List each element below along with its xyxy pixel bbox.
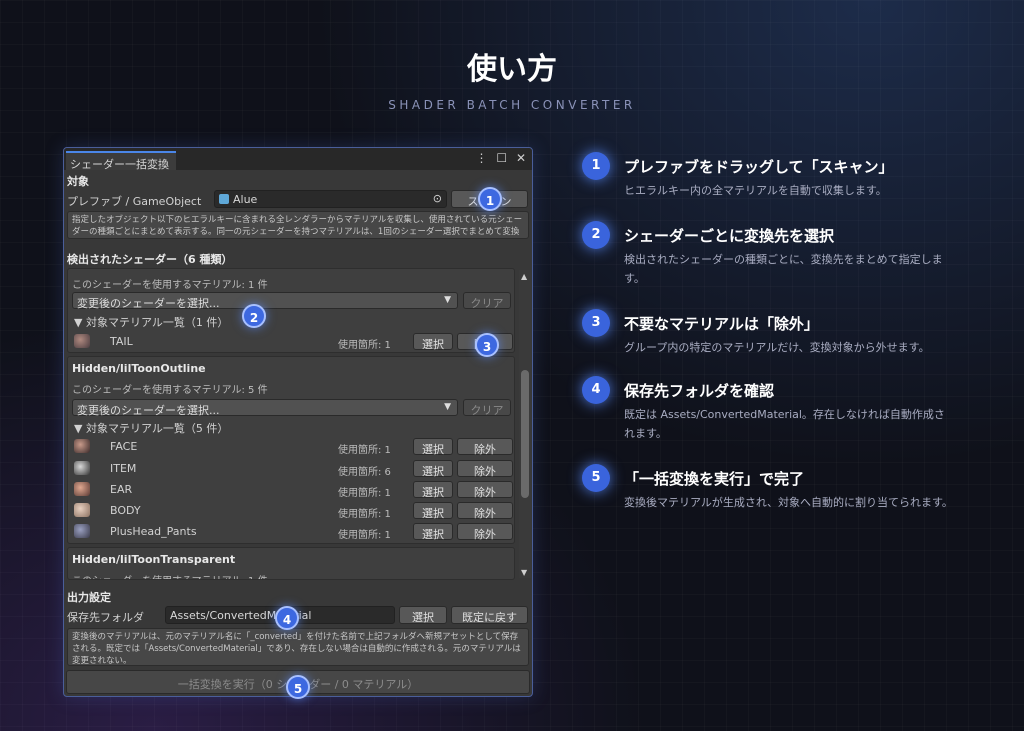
gameobject-icon — [219, 194, 229, 204]
window-controls: ⋮ ☐ ✕ — [471, 151, 526, 165]
menu-icon[interactable]: ⋮ — [476, 151, 488, 165]
step-number: 5 — [582, 464, 610, 492]
select-material-button[interactable]: 選択 — [413, 523, 453, 541]
step-title: シェーダーごとに変換先を選択 — [624, 227, 835, 245]
step-badge: 5 — [286, 675, 310, 699]
step-description: ヒエラルキー内の全マテリアルを自動で収集します。 — [624, 184, 887, 197]
material-name: FACE — [110, 440, 138, 453]
prefab-object-field[interactable]: Alue ⊙ — [214, 190, 447, 208]
clear-button[interactable]: クリア — [463, 399, 511, 417]
page-subtitle: SHADER BATCH CONVERTER — [388, 98, 636, 112]
exclude-material-button[interactable]: 除外 — [457, 460, 513, 478]
dropdown-value: 変更後のシェーダーを選択... — [77, 297, 220, 310]
shader-group: このシェーダーを使用するマテリアル: 1 件 変更後のシェーダーを選択... ▼… — [67, 268, 515, 353]
material-thumbnail — [74, 461, 90, 475]
scroll-down-icon[interactable]: ▼ — [521, 568, 527, 577]
material-thumbnail — [74, 439, 90, 453]
step-badge: 3 — [475, 333, 499, 357]
output-help-box: 変換後のマテリアルは、元のマテリアル名に「_converted」を付けた名前で上… — [67, 628, 529, 666]
scroll-up-icon[interactable]: ▲ — [521, 272, 527, 281]
material-usage: 使用箇所: 1 — [338, 445, 391, 456]
step-title: 不要なマテリアルは「除外」 — [624, 315, 819, 333]
exclude-material-button[interactable]: 除外 — [457, 438, 513, 456]
step-badge: 4 — [275, 606, 299, 630]
dropdown-value: 変更後のシェーダーを選択... — [77, 404, 220, 417]
step-number: 2 — [582, 221, 610, 249]
output-folder-label: 保存先フォルダ — [67, 611, 144, 624]
prefab-field-value: Alue — [233, 193, 258, 206]
shader-group: Hidden/lilToonOutline このシェーダーを使用するマテリアル:… — [67, 356, 515, 544]
step-description: グループ内の特定のマテリアルだけ、変換対象から外せます。 — [624, 341, 930, 354]
dropdown-arrow-icon: ▼ — [444, 402, 451, 412]
scrollbar-thumb[interactable] — [521, 370, 529, 498]
shader-group: Hidden/lilToonTransparent このシェーダーを使用するマテ… — [67, 547, 515, 580]
step-description: 検出されたシェーダーの種類ごとに、変換先をまとめて指定します。 — [624, 253, 943, 285]
group-shader-name: Hidden/lilToonTransparent — [72, 553, 236, 566]
group-shader-name: Hidden/lilToonOutline — [72, 362, 206, 375]
step-number: 3 — [582, 309, 610, 337]
group-count-text: このシェーダーを使用するマテリアル: 1 件 — [72, 280, 268, 291]
step-badge: 2 — [242, 304, 266, 328]
material-thumbnail — [74, 334, 90, 348]
object-picker-icon[interactable]: ⊙ — [433, 192, 442, 205]
materials-foldout[interactable]: ▼ 対象マテリアル一覧（5 件） — [74, 420, 228, 436]
step-badge: 1 — [478, 187, 502, 211]
material-thumbnail — [74, 482, 90, 496]
select-material-button[interactable]: 選択 — [413, 333, 453, 351]
select-material-button[interactable]: 選択 — [413, 460, 453, 478]
step-title: 「一括変換を実行」で完了 — [624, 470, 805, 488]
group-count-text: このシェーダーを使用するマテリアル: 1 件 — [72, 572, 268, 579]
window-tab[interactable]: シェーダー一括変換 — [66, 151, 176, 171]
material-usage: 使用箇所: 1 — [338, 488, 391, 499]
material-usage: 使用箇所: 1 — [338, 509, 391, 520]
material-name: PlusHead_Pants — [110, 525, 197, 538]
reset-folder-button[interactable]: 既定に戻す — [451, 606, 528, 624]
step-description: 変換後マテリアルが生成され、対象へ自動的に割り当てられます。 — [624, 496, 953, 509]
exclude-material-button[interactable]: 除外 — [457, 523, 513, 541]
material-usage: 使用箇所: 6 — [338, 467, 391, 478]
target-heading: 対象 — [67, 175, 89, 188]
material-name: ITEM — [110, 462, 137, 475]
materials-foldout[interactable]: ▼ 対象マテリアル一覧（1 件） — [74, 314, 228, 330]
step-title: プレファブをドラッグして「スキャン」 — [624, 158, 894, 176]
target-help-box: 指定したオブジェクト以下のヒエラルキーに含まれる全レンダラーからマテリアルを収集… — [67, 211, 529, 239]
select-folder-button[interactable]: 選択 — [399, 606, 447, 624]
select-material-button[interactable]: 選択 — [413, 502, 453, 520]
target-shader-dropdown[interactable]: 変更後のシェーダーを選択... ▼ — [72, 399, 458, 417]
exclude-material-button[interactable]: 除外 — [457, 502, 513, 520]
target-shader-dropdown[interactable]: 変更後のシェーダーを選択... ▼ — [72, 292, 458, 310]
material-thumbnail — [74, 524, 90, 538]
detected-heading: 検出されたシェーダー（6 種類） — [67, 253, 233, 266]
material-name: TAIL — [110, 335, 133, 348]
select-material-button[interactable]: 選択 — [413, 438, 453, 456]
exclude-material-button[interactable]: 除外 — [457, 481, 513, 499]
window-tabbar: シェーダー一括変換 ⋮ ☐ ✕ — [64, 148, 532, 171]
step-description: 既定は Assets/ConvertedMaterial。存在しなければ自動作成… — [624, 408, 945, 440]
step-number: 4 — [582, 376, 610, 404]
close-icon[interactable]: ✕ — [516, 151, 526, 165]
clear-button[interactable]: クリア — [463, 292, 511, 310]
material-name: BODY — [110, 504, 141, 517]
material-usage: 使用箇所: 1 — [338, 340, 391, 351]
maximize-icon[interactable]: ☐ — [496, 151, 507, 165]
material-name: EAR — [110, 483, 133, 496]
group-count-text: このシェーダーを使用するマテリアル: 5 件 — [72, 385, 268, 396]
material-usage: 使用箇所: 1 — [338, 530, 391, 541]
step-number: 1 — [582, 152, 610, 180]
material-thumbnail — [74, 503, 90, 517]
prefab-field-label: プレファブ / GameObject — [67, 195, 202, 208]
output-heading: 出力設定 — [67, 591, 111, 604]
page-title: 使い方 — [467, 52, 557, 87]
step-title: 保存先フォルダを確認 — [624, 382, 775, 400]
dropdown-arrow-icon: ▼ — [444, 295, 451, 305]
select-material-button[interactable]: 選択 — [413, 481, 453, 499]
